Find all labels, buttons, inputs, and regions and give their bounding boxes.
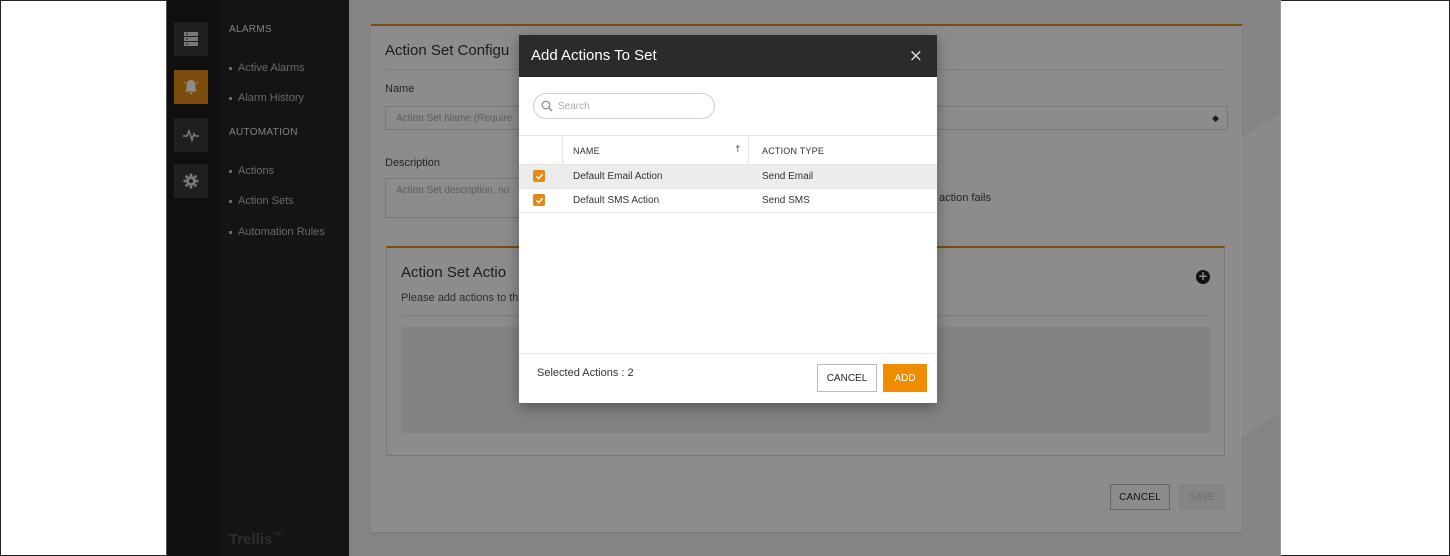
add-actions-modal: Add Actions To Set × NAME ↑ ACTION TYPE … bbox=[519, 35, 937, 403]
column-separator bbox=[748, 136, 749, 165]
check-icon bbox=[535, 173, 543, 180]
divider bbox=[519, 353, 937, 354]
modal-cancel-button[interactable]: CANCEL bbox=[817, 364, 877, 392]
search-icon bbox=[541, 100, 553, 112]
background-decoration bbox=[1240, 102, 1280, 438]
search-input[interactable] bbox=[558, 98, 708, 114]
sort-ascending-icon[interactable]: ↑ bbox=[734, 145, 742, 155]
cell-name: Default SMS Action bbox=[573, 195, 660, 206]
search-box bbox=[533, 93, 715, 119]
cell-action-type: Send SMS bbox=[762, 195, 810, 206]
table-row[interactable]: Default SMS Action Send SMS bbox=[519, 189, 937, 213]
row-checkbox[interactable] bbox=[533, 170, 545, 182]
close-icon[interactable]: × bbox=[909, 46, 923, 66]
column-header-name[interactable]: NAME bbox=[573, 146, 600, 156]
table-header: NAME ↑ ACTION TYPE bbox=[519, 135, 937, 165]
column-separator bbox=[562, 136, 563, 165]
cell-name: Default Email Action bbox=[573, 171, 663, 182]
modal-add-button[interactable]: ADD bbox=[883, 364, 927, 392]
check-icon bbox=[535, 197, 543, 204]
column-header-action-type[interactable]: ACTION TYPE bbox=[762, 146, 824, 156]
modal-title: Add Actions To Set bbox=[531, 47, 657, 64]
cell-action-type: Send Email bbox=[762, 171, 814, 182]
selected-count: Selected Actions : 2 bbox=[537, 367, 634, 379]
modal-header: Add Actions To Set × bbox=[519, 35, 937, 77]
row-checkbox[interactable] bbox=[533, 194, 545, 206]
app-right-edge bbox=[1280, 0, 1281, 556]
table-row[interactable]: Default Email Action Send Email bbox=[519, 165, 937, 189]
